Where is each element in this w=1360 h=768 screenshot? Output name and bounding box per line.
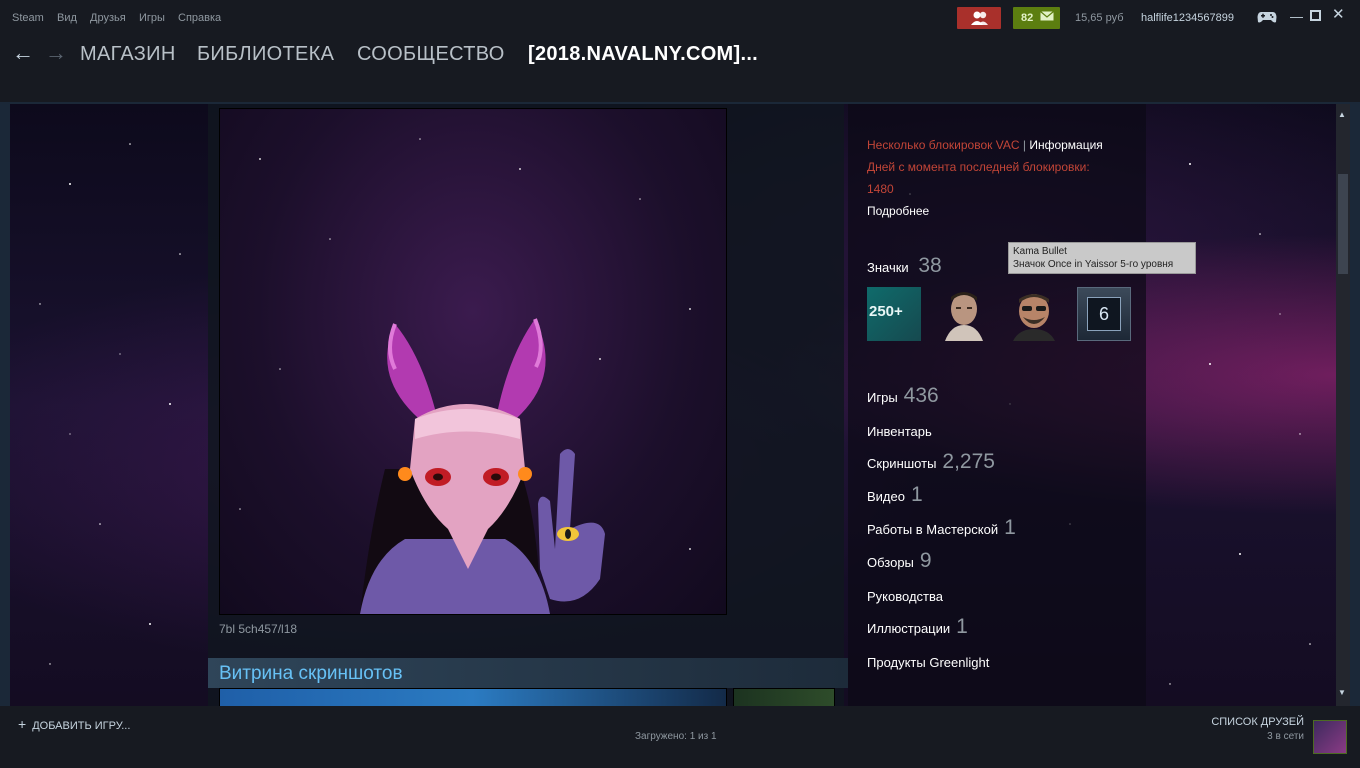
showcase-screenshot-side[interactable] bbox=[733, 688, 835, 706]
days-since-ban-label: Дней с момента последней блокировки: bbox=[867, 160, 1090, 174]
stat-label: Игры bbox=[867, 390, 898, 405]
stat-value: 436 bbox=[903, 384, 939, 407]
vac-info-link[interactable]: Информация bbox=[1029, 138, 1102, 152]
friends-online-count: 3 в сети bbox=[1267, 731, 1304, 742]
scroll-up-icon[interactable]: ▲ bbox=[1338, 110, 1346, 119]
stat-value: 9 bbox=[919, 549, 932, 572]
nav-store[interactable]: МАГАЗИН bbox=[80, 43, 176, 66]
steam-client-window: Steam Вид Друзья Игры Справка 82 15,65 р… bbox=[0, 0, 1360, 768]
featured-artwork[interactable] bbox=[219, 108, 727, 615]
menu-bar: Steam Вид Друзья Игры Справка 82 15,65 р… bbox=[0, 0, 1360, 36]
forward-arrow-icon[interactable]: → bbox=[45, 40, 67, 66]
bottom-bar: + ДОБАВИТЬ ИГРУ... Загружено: 1 из 1 СПИС… bbox=[0, 706, 1360, 768]
tooltip-text: Значок Once in Yaissor 5-го уровня bbox=[1013, 259, 1174, 270]
vac-status: Несколько блокировок VAC | Информация Дн… bbox=[867, 134, 1147, 222]
download-status[interactable]: Загружено: 1 из 1 bbox=[635, 731, 717, 742]
stat-label: Обзоры bbox=[867, 555, 914, 570]
vac-separator: | bbox=[1022, 138, 1026, 152]
stat-label: Руководства bbox=[867, 589, 943, 604]
stat-label: Иллюстрации bbox=[867, 621, 951, 636]
stat-greenlight[interactable]: Продукты Greenlight bbox=[867, 655, 989, 670]
menu-friends[interactable]: Друзья bbox=[90, 12, 126, 24]
stat-games[interactable]: Игры 436 bbox=[867, 384, 939, 408]
menu-help[interactable]: Справка bbox=[178, 12, 221, 24]
gamepad-icon[interactable] bbox=[1257, 11, 1277, 24]
nav-profile[interactable]: [2018.NAVALNY.COM]... bbox=[528, 43, 758, 66]
stat-label: Продукты Greenlight bbox=[867, 655, 990, 670]
badge-fighter-1[interactable] bbox=[937, 287, 991, 341]
badge-tooltip: Kama Bullet Значок Once in Yaissor 5-го … bbox=[1008, 242, 1196, 274]
close-icon[interactable]: ✕ bbox=[1332, 7, 1345, 22]
stat-reviews[interactable]: Обзоры 9 bbox=[867, 549, 932, 573]
stat-label: Инвентарь bbox=[867, 424, 932, 439]
stat-label: Работы в Мастерской bbox=[867, 522, 999, 537]
plus-icon: + bbox=[18, 716, 27, 732]
demon-artwork-image bbox=[239, 138, 691, 614]
badges-link[interactable]: Значки 38 bbox=[867, 254, 942, 278]
back-arrow-icon[interactable]: ← bbox=[12, 40, 34, 66]
scroll-down-icon[interactable]: ▼ bbox=[1338, 688, 1346, 697]
badge-years-label: 250+ bbox=[869, 303, 903, 320]
stat-videos[interactable]: Видео 1 bbox=[867, 483, 923, 507]
stat-label: Скриншоты bbox=[867, 456, 937, 471]
profile-page: 7bl 5ch457/l18 Витрина скриншотов Нескол… bbox=[10, 104, 1336, 706]
stat-value: 1 bbox=[910, 483, 923, 506]
menu-games[interactable]: Игры bbox=[139, 12, 165, 24]
add-game-button[interactable]: + ДОБАВИТЬ ИГРУ... bbox=[18, 716, 130, 732]
badge-years-service[interactable]: 250+ bbox=[867, 287, 921, 341]
badge-kama-bullet[interactable] bbox=[1007, 287, 1061, 341]
stat-artwork[interactable]: Иллюстрации 1 bbox=[867, 615, 968, 639]
account-name[interactable]: halflife1234567899 bbox=[1141, 12, 1234, 24]
stat-screenshots[interactable]: Скриншоты 2,275 bbox=[867, 450, 995, 474]
stat-inventory[interactable]: Инвентарь bbox=[867, 424, 932, 439]
friends-list-button[interactable]: СПИСОК ДРУЗЕЙ bbox=[1211, 716, 1304, 728]
badge-level-number: 6 bbox=[1087, 297, 1121, 331]
friends-icon bbox=[971, 11, 988, 25]
nav-community[interactable]: СООБЩЕСТВО bbox=[357, 43, 505, 66]
stat-value: 1 bbox=[956, 615, 968, 638]
fighter-portrait-icon bbox=[945, 292, 983, 341]
avatar[interactable] bbox=[1313, 720, 1347, 754]
badges-count: 38 bbox=[918, 254, 942, 277]
showcase-screenshot-main[interactable] bbox=[219, 688, 727, 706]
artwork-caption: 7bl 5ch457/l18 bbox=[219, 622, 298, 636]
stat-value: 1 bbox=[1004, 516, 1016, 539]
nav-bar: ← → МАГАЗИН БИБЛИОТЕКА СООБЩЕСТВО [2018.… bbox=[0, 36, 1360, 102]
vac-ban-text: Несколько блокировок VAC bbox=[867, 138, 1020, 152]
vertical-scrollbar[interactable]: ▲ ▼ bbox=[1336, 104, 1350, 706]
nav-library[interactable]: БИБЛИОТЕКА bbox=[197, 43, 334, 66]
days-since-ban-value: 1480 bbox=[867, 182, 894, 196]
friend-requests-button[interactable] bbox=[957, 7, 1001, 29]
stat-workshop[interactable]: Работы в Мастерской 1 bbox=[867, 516, 1016, 540]
add-game-label: ДОБАВИТЬ ИГРУ... bbox=[32, 720, 131, 732]
messages-button[interactable]: 82 bbox=[1013, 7, 1060, 29]
more-info-link[interactable]: Подробнее bbox=[867, 200, 1147, 222]
scroll-thumb[interactable] bbox=[1338, 174, 1348, 274]
menu-view[interactable]: Вид bbox=[57, 12, 77, 24]
minimize-icon[interactable]: — bbox=[1290, 10, 1303, 24]
wallet-balance[interactable]: 15,65 руб bbox=[1075, 12, 1124, 24]
menu-steam[interactable]: Steam bbox=[12, 12, 44, 24]
badge-level-6[interactable]: 6 bbox=[1077, 287, 1131, 341]
stat-guides[interactable]: Руководства bbox=[867, 589, 943, 604]
stat-label: Видео bbox=[867, 489, 905, 504]
message-count: 82 bbox=[1021, 12, 1034, 24]
screenshot-showcase-header: Витрина скриншотов bbox=[208, 658, 848, 688]
showcase-title: Витрина скриншотов bbox=[219, 663, 403, 684]
kama-bullet-portrait-icon bbox=[1013, 294, 1055, 341]
tooltip-title: Kama Bullet bbox=[1013, 246, 1067, 257]
maximize-icon[interactable] bbox=[1310, 10, 1321, 24]
badges-label: Значки bbox=[867, 260, 909, 275]
envelope-icon bbox=[1040, 11, 1055, 21]
stat-value: 2,275 bbox=[942, 450, 995, 473]
